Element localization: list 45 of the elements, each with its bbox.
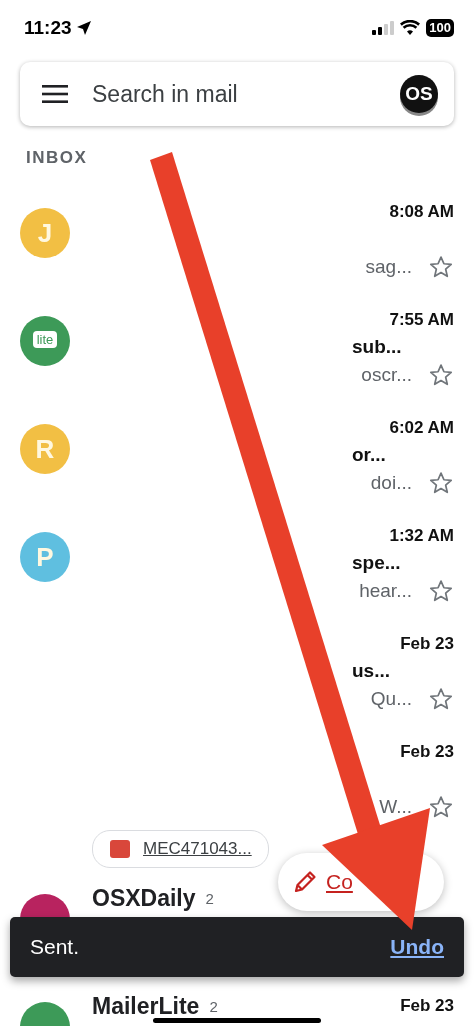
avatar: P — [20, 532, 70, 582]
signal-icon — [372, 20, 395, 35]
email-time: 1:32 AM — [389, 526, 454, 546]
star-icon[interactable] — [428, 362, 454, 388]
undo-button[interactable]: Undo — [390, 935, 444, 959]
star-icon[interactable] — [428, 578, 454, 604]
email-subject: us... — [352, 660, 390, 681]
email-subject: or... — [352, 444, 386, 465]
account-avatar[interactable]: OS — [400, 75, 438, 113]
email-time: 8:08 AM — [389, 202, 454, 222]
email-snippet: W... — [379, 796, 412, 818]
email-time: Feb 23 — [400, 996, 454, 1016]
email-time: 6:02 AM — [389, 418, 454, 438]
email-snippet: sag... — [365, 256, 412, 278]
search-field[interactable]: Search in mail OS — [20, 62, 454, 126]
thread-count: 2 — [205, 889, 214, 907]
email-subject: spe... — [352, 552, 401, 573]
battery-level: 100 — [426, 18, 454, 37]
email-snippet: Qu... — [370, 688, 412, 710]
menu-icon[interactable] — [42, 85, 68, 103]
email-snippet: hear... — [359, 580, 412, 602]
pencil-icon — [292, 869, 318, 895]
avatar: R — [20, 424, 70, 474]
snackbar-message: Sent. — [30, 935, 80, 959]
attachment-chip[interactable]: MEC471043... — [92, 830, 269, 868]
thread-count: 2 — [209, 997, 218, 1015]
location-arrow-icon — [75, 19, 92, 36]
star-icon[interactable] — [428, 686, 454, 712]
star-icon[interactable] — [428, 794, 454, 820]
file-icon — [109, 839, 131, 859]
section-label: INBOX — [26, 148, 88, 168]
avatar: J — [20, 208, 70, 258]
wifi-icon — [400, 20, 421, 35]
email-snippet: doi... — [370, 472, 412, 494]
email-time: Feb 23 — [400, 742, 454, 762]
sender-name: MailerLite — [92, 992, 200, 1020]
star-icon[interactable] — [428, 470, 454, 496]
clock-time: 11:23 — [24, 16, 72, 39]
email-subject: sub... — [352, 336, 402, 357]
sender-name: OSXDaily — [92, 884, 196, 912]
email-time: Feb 23 — [400, 634, 454, 654]
email-snippet: oscr... — [361, 364, 412, 386]
avatar: lite — [20, 316, 70, 366]
email-time: 7:55 AM — [389, 310, 454, 330]
star-icon[interactable] — [428, 254, 454, 280]
